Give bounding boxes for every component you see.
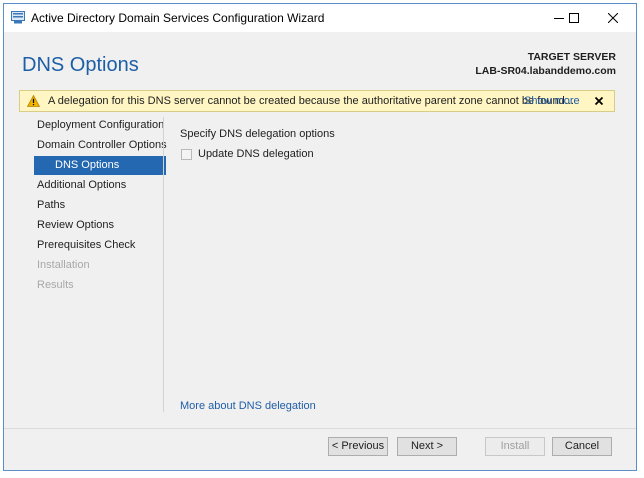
wizard-header: DNS Options TARGET SERVER LAB-SR04.laban…	[4, 32, 636, 92]
nav-item-additional-options[interactable]: Additional Options	[34, 176, 166, 195]
nav-item-results: Results	[37, 279, 74, 291]
next-button[interactable]: Next >	[397, 437, 457, 456]
nav-divider	[163, 117, 164, 412]
dns-delegation-heading: Specify DNS delegation options	[180, 128, 335, 140]
title-bar[interactable]: Active Directory Domain Services Configu…	[4, 4, 636, 32]
wizard-window: Active Directory Domain Services Configu…	[3, 3, 637, 471]
window-title: Active Directory Domain Services Configu…	[31, 11, 325, 25]
warning-message: A delegation for this DNS server cannot …	[48, 95, 574, 107]
server-manager-icon	[11, 11, 25, 24]
show-more-link[interactable]: Show more	[524, 95, 580, 107]
target-server-label: TARGET SERVER	[527, 51, 616, 63]
install-button: Install	[485, 437, 545, 456]
close-icon[interactable]	[590, 4, 636, 32]
nav-item-domain-controller-options[interactable]: Domain Controller Options	[34, 136, 167, 155]
target-server-value: LAB-SR04.labanddemo.com	[475, 65, 616, 77]
footer-divider	[4, 428, 636, 429]
nav-item-dns-options[interactable]: DNS Options	[34, 156, 166, 175]
nav-item-review-options[interactable]: Review Options	[34, 216, 166, 235]
previous-button[interactable]: < Previous	[328, 437, 388, 456]
nav-item-paths[interactable]: Paths	[34, 196, 166, 215]
warning-icon	[26, 94, 41, 110]
more-about-dns-delegation-link[interactable]: More about DNS delegation	[180, 400, 316, 412]
page-title: DNS Options	[22, 54, 139, 76]
cancel-button[interactable]: Cancel	[552, 437, 612, 456]
update-dns-delegation-checkbox[interactable]	[181, 149, 192, 160]
dismiss-warning-icon[interactable]	[594, 96, 604, 106]
warning-banner: A delegation for this DNS server cannot …	[19, 90, 615, 112]
nav-item-deployment-configuration[interactable]: Deployment Configuration	[34, 116, 166, 135]
update-dns-delegation-label[interactable]: Update DNS delegation	[198, 148, 314, 160]
nav-item-prerequisites-check[interactable]: Prerequisites Check	[34, 236, 166, 255]
nav-item-installation: Installation	[37, 259, 90, 271]
